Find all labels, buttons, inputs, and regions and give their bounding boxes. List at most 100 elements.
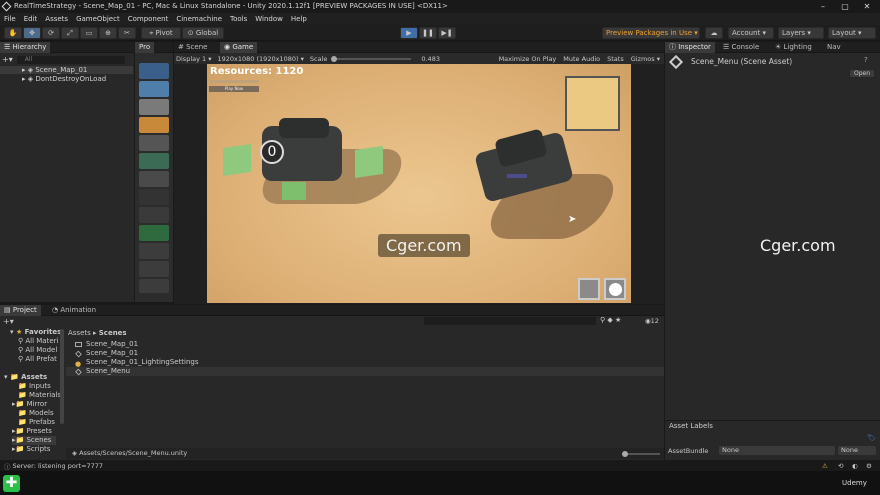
menu-edit[interactable]: Edit [20, 13, 42, 25]
layers-dropdown[interactable]: Layers ▾ [778, 27, 824, 39]
maximize-icon[interactable]: ▢ [834, 0, 856, 13]
play-button[interactable]: ▶ [400, 27, 418, 39]
tab-console[interactable]: ☰ Console [719, 42, 763, 53]
project-filter-icons[interactable]: ⚲ ◆ ★ [600, 316, 621, 324]
folder-item[interactable]: 📁 Inputs [18, 382, 51, 391]
menu-help[interactable]: Help [287, 13, 311, 25]
menu-tools[interactable]: Tools [226, 13, 251, 25]
move-tool-icon[interactable]: ✥ [23, 27, 41, 39]
hierarchy-search-input[interactable]: All [16, 55, 125, 64]
green-cube[interactable] [282, 182, 306, 200]
scale-slider[interactable] [331, 55, 412, 62]
square-spawn-button[interactable] [578, 278, 600, 300]
custom-tool-icon[interactable]: ✂ [118, 27, 136, 39]
settings-icon[interactable]: ⚙ [866, 462, 872, 470]
scale-tool-icon[interactable]: ⤢ [61, 27, 79, 39]
hierarchy-item-dontdestroy[interactable]: ▸ ◈ DontDestroyOnLoad [0, 75, 133, 83]
favorite-item[interactable]: ⚲ All Materi [18, 337, 58, 346]
minimap[interactable] [565, 76, 620, 131]
tab-pro[interactable]: Pro [135, 42, 155, 53]
rect-tool-icon[interactable]: ▭ [80, 27, 98, 39]
circle-spawn-button[interactable] [604, 278, 626, 300]
display-dropdown[interactable]: Display 1 ▾ [176, 55, 212, 63]
tree-scrollbar[interactable] [60, 329, 64, 424]
folder-item[interactable]: 📁 Prefabs [18, 418, 55, 427]
layout-dropdown[interactable]: Layout ▾ [828, 27, 876, 39]
tab-scene[interactable]: # Scene [174, 42, 211, 53]
asset-variant-dropdown[interactable]: None [838, 446, 876, 455]
favorite-item[interactable]: ⚲ All Model [18, 346, 57, 355]
breadcrumb-current[interactable]: Scenes [99, 329, 127, 337]
tab-nav[interactable]: Nav [823, 42, 845, 53]
close-icon[interactable]: ✕ [856, 0, 878, 13]
cloud-icon[interactable]: ☁ [705, 27, 723, 39]
project-add-icon[interactable]: +▾ [3, 317, 14, 326]
pivot-toggle[interactable]: ⌖ Pivot [141, 27, 181, 39]
globe-tool-icon[interactable] [139, 171, 169, 187]
tag-icon[interactable]: 🏷 [867, 434, 876, 442]
play-now-button[interactable]: Play Now [209, 86, 259, 92]
asset-bundle-dropdown[interactable]: None [719, 446, 835, 455]
help-icon[interactable]: ? [864, 56, 868, 64]
pause-button[interactable]: ❚❚ [419, 27, 437, 39]
cube-tool-icon[interactable] [139, 63, 169, 79]
wall-tool-icon[interactable] [139, 99, 169, 115]
warning-icon[interactable]: ⚠ [822, 462, 828, 470]
tab-inspector[interactable]: ⓘ Inspector [665, 42, 715, 53]
checker-tool-icon[interactable] [139, 135, 169, 151]
rotate-tool-icon[interactable]: ⟳ [42, 27, 60, 39]
collab-icon[interactable]: ⟲ [838, 462, 843, 470]
folder-item[interactable]: ▸📁 Mirror [12, 400, 47, 409]
misc-tool-icon[interactable] [139, 279, 169, 293]
assets-heading[interactable]: ▾ 📁 Assets [4, 373, 47, 382]
menu-component[interactable]: Component [124, 13, 173, 25]
folder-item-selected[interactable]: ▸📁 Scenes [12, 436, 56, 445]
minimize-icon[interactable]: – [812, 0, 834, 13]
green-app-icon[interactable]: ✚ [3, 475, 20, 492]
hierarchy-item-scene-map[interactable]: ▸ ◈ Scene_Map_01 [0, 66, 133, 74]
brick-tool-icon[interactable] [139, 117, 169, 133]
scale-slider-thumb[interactable] [331, 55, 338, 62]
menu-window[interactable]: Window [251, 13, 287, 25]
icon-size-slider[interactable] [622, 451, 660, 457]
stats-toggle[interactable]: Stats [607, 55, 624, 63]
open-button[interactable]: Open [849, 69, 875, 78]
tab-project[interactable]: ▤ Project [0, 305, 41, 316]
favorites-heading[interactable]: ▾ ★ Favorites [10, 328, 61, 337]
tab-animation[interactable]: ◔ Animation [48, 305, 100, 316]
file-item-selected[interactable]: Scene_Menu [66, 367, 664, 376]
favorite-item[interactable]: ⚲ All Prefat [18, 355, 57, 364]
file-item[interactable]: Scene_Map_01_LightingSettings [66, 358, 664, 367]
breadcrumb-root[interactable]: Assets [68, 329, 91, 337]
file-item[interactable]: Scene_Map_01 [66, 340, 664, 349]
folder-item[interactable]: ▸📁 Scripts [12, 445, 50, 454]
transform-tool-icon[interactable]: ⊕ [99, 27, 117, 39]
menu-file[interactable]: File [0, 13, 20, 25]
global-toggle[interactable]: ⊙ Global [182, 27, 224, 39]
hand-grab-tool-icon[interactable] [139, 189, 169, 205]
folder-item[interactable]: 📁 Materials [18, 391, 61, 400]
paint-tool-icon[interactable] [139, 207, 169, 223]
shape-tool-icon[interactable] [139, 261, 169, 277]
tab-hierarchy[interactable]: ☰ Hierarchy [0, 42, 51, 53]
menu-assets[interactable]: Assets [41, 13, 72, 25]
platform-tool-icon[interactable] [139, 81, 169, 97]
hand-tool-icon[interactable]: ✋ [4, 27, 22, 39]
account-dropdown[interactable]: Account ▾ [728, 27, 774, 39]
step-button[interactable]: ▶❚ [438, 27, 456, 39]
green-cube[interactable] [355, 146, 383, 178]
tab-game[interactable]: ◉ Game [220, 42, 258, 53]
menu-cinemachine[interactable]: Cinemachine [172, 13, 226, 25]
file-item[interactable]: Scene_Map_01 [66, 349, 664, 358]
menu-gameobject[interactable]: GameObject [72, 13, 124, 25]
resolution-dropdown[interactable]: 1920x1080 (1920x1080) ▾ [218, 55, 304, 63]
progress-icon[interactable]: ◐ [852, 462, 858, 470]
preview-packages-button[interactable]: Preview Packages in Use ▾ [602, 27, 700, 39]
flag-tool-icon[interactable] [139, 243, 169, 259]
tab-lighting[interactable]: ☀ Lighting [771, 42, 816, 53]
mute-audio-toggle[interactable]: Mute Audio [563, 55, 600, 63]
settings-tool-icon[interactable] [139, 225, 169, 241]
gizmos-dropdown[interactable]: Gizmos ▾ [631, 55, 660, 63]
game-view[interactable]: Resources: 1120 Play Now 0 ➤ [207, 64, 631, 303]
folder-item[interactable]: 📁 Models [18, 409, 54, 418]
